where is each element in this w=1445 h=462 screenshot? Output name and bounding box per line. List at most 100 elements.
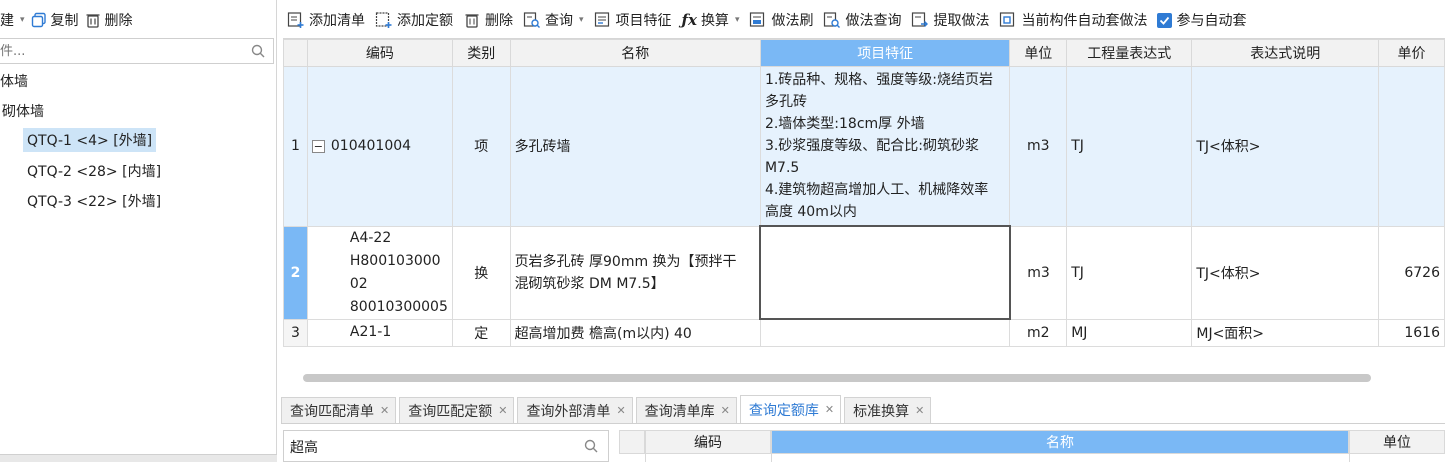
- add-quota-button[interactable]: 添加定额: [375, 10, 453, 30]
- query-button[interactable]: 查询 ▾: [523, 10, 584, 30]
- code-cell[interactable]: A21-1: [306, 318, 453, 347]
- tab-quota-library[interactable]: 查询定额库 ✕: [739, 395, 842, 423]
- close-icon[interactable]: ✕: [825, 403, 834, 416]
- header-feature[interactable]: 项目特征: [759, 39, 1011, 67]
- quota-search-input[interactable]: [290, 439, 570, 455]
- feature-cell[interactable]: 1.砖品种、规格、强度等级:烧结页岩 多孔砖 2.墙体类型:18cm厚 外墙 3…: [759, 66, 1011, 227]
- close-icon[interactable]: ✕: [380, 404, 389, 417]
- expr-cell[interactable]: TJ: [1066, 66, 1193, 227]
- copy-icon: [31, 12, 46, 28]
- query-tabs: 查询匹配清单 ✕ 查询匹配定额 ✕ 查询外部清单 ✕ 查询清单库 ✕ 查询定额库 ✕ 标准…: [281, 395, 1445, 424]
- close-icon[interactable]: ✕: [721, 404, 730, 417]
- result-header-name[interactable]: 名称: [771, 430, 1349, 454]
- delete-label: 删除: [104, 13, 133, 29]
- price-cell[interactable]: [1378, 66, 1445, 227]
- new-label: 建: [0, 13, 14, 29]
- header-expr-desc[interactable]: 表达式说明: [1191, 39, 1380, 67]
- header-type[interactable]: 类别: [451, 39, 511, 67]
- header-code[interactable]: 编码: [306, 39, 453, 67]
- quota-result-grid: 编码 名称 单位: [619, 430, 1445, 462]
- code-cell[interactable]: − 010401004: [306, 66, 453, 227]
- copy-button[interactable]: 复制: [31, 10, 79, 30]
- feature-line: M7.5: [764, 160, 800, 176]
- collapse-icon[interactable]: −: [311, 139, 325, 153]
- method-editor-panel: 添加清单 添加定额 删除 查询 ▾ 项目特征 ƒx 换算 ▾ 做法刷 做法查询 …: [281, 0, 1445, 462]
- tree-node-qtq-3[interactable]: QTQ-3 <22> [外墙]: [27, 191, 161, 211]
- delete-button[interactable]: 删除: [85, 10, 133, 30]
- tab-match-list[interactable]: 查询匹配清单 ✕: [281, 397, 397, 423]
- add-list-label: 添加清单: [309, 13, 365, 29]
- method-brush-label: 做法刷: [771, 13, 814, 29]
- expr-desc-cell[interactable]: MJ<面积>: [1191, 318, 1380, 347]
- close-icon[interactable]: ✕: [915, 404, 924, 417]
- row-number[interactable]: 1: [283, 66, 308, 227]
- feature-cell[interactable]: [759, 318, 1011, 347]
- method-brush-button[interactable]: 做法刷: [749, 10, 813, 30]
- add-list-button[interactable]: 添加清单: [287, 10, 365, 30]
- add-quota-icon: [375, 12, 392, 28]
- type-cell[interactable]: 定: [451, 318, 511, 347]
- tree-node-masonry-wall[interactable]: 砌体墙: [2, 101, 44, 121]
- checkbox-checked-icon: [1157, 12, 1173, 28]
- table-row[interactable]: 2 A4-22 H800103000 02 80010300005 换 页岩多孔…: [283, 225, 1445, 320]
- delete-row-button[interactable]: 删除: [463, 10, 513, 30]
- feature-line: 1.砖品种、规格、强度等级:烧结页岩: [764, 72, 994, 88]
- join-auto-checkbox[interactable]: 参与自动套: [1157, 10, 1246, 30]
- expr-desc-cell[interactable]: TJ<体积>: [1191, 66, 1380, 227]
- horizontal-scrollbar[interactable]: [303, 374, 1371, 382]
- search-icon[interactable]: [584, 439, 598, 453]
- tab-match-quota[interactable]: 查询匹配定额 ✕: [399, 397, 515, 423]
- code-cell[interactable]: A4-22 H800103000 02 80010300005: [306, 225, 453, 320]
- result-header-unit[interactable]: 单位: [1349, 430, 1445, 454]
- row-number[interactable]: 2: [283, 225, 308, 320]
- method-search-icon: [824, 12, 841, 28]
- header-price[interactable]: 单价: [1378, 39, 1445, 67]
- component-search-input[interactable]: [0, 43, 240, 59]
- search-icon[interactable]: [251, 44, 265, 58]
- expr-desc-cell[interactable]: TJ<体积>: [1191, 225, 1380, 320]
- column-divider: [1349, 454, 1350, 462]
- price-cell[interactable]: 6726: [1378, 225, 1445, 320]
- convert-label: 换算: [700, 13, 729, 29]
- new-button[interactable]: 建 ▾: [0, 10, 25, 30]
- name-cell[interactable]: 超高增加费 檐高(m以内) 40: [509, 318, 761, 347]
- name-cell[interactable]: 多孔砖墙: [509, 66, 761, 227]
- price-cell[interactable]: 1616: [1378, 318, 1445, 347]
- tree-node-qtq-1[interactable]: QTQ-1 <4> [外墙]: [23, 128, 157, 152]
- tree-node-wall-category[interactable]: 体墙: [0, 71, 28, 91]
- table-row[interactable]: 3 A21-1 定 超高增加费 檐高(m以内) 40 m2 MJ MJ<面积> …: [283, 318, 1445, 347]
- method-query-button[interactable]: 做法查询: [823, 10, 901, 30]
- tab-standard-convert[interactable]: 标准换算 ✕: [844, 397, 932, 423]
- row-number[interactable]: 3: [283, 318, 308, 347]
- close-icon[interactable]: ✕: [616, 404, 625, 417]
- unit-cell[interactable]: m3: [1009, 66, 1068, 227]
- name-line: 混砌筑砂浆 DM M7.5】: [514, 275, 665, 292]
- header-unit[interactable]: 单位: [1009, 39, 1068, 67]
- tab-external-list[interactable]: 查询外部清单 ✕: [517, 397, 633, 423]
- close-icon[interactable]: ✕: [498, 404, 507, 417]
- unit-cell[interactable]: m2: [1009, 318, 1068, 347]
- expr-cell[interactable]: TJ: [1066, 225, 1193, 320]
- extract-method-button[interactable]: 提取做法: [911, 10, 989, 30]
- method-grid: 编码 类别 名称 项目特征 单位 工程量表达式 表达式说明 单价 1 − 010…: [283, 38, 1445, 388]
- feature-line: 多孔砖: [764, 94, 807, 110]
- table-row[interactable]: 1 − 010401004 项 多孔砖墙 1.砖品种、规格、强度等级:烧结页岩 …: [283, 66, 1445, 227]
- tab-list-library[interactable]: 查询清单库 ✕: [635, 397, 737, 423]
- feature-line: 高度 40m以内: [764, 204, 857, 220]
- unit-cell[interactable]: m3: [1009, 225, 1068, 320]
- feature-cell-editing[interactable]: [759, 225, 1011, 320]
- result-header-code[interactable]: 编码: [645, 430, 771, 454]
- tree-node-qtq-2[interactable]: QTQ-2 <28> [内墙]: [27, 161, 161, 181]
- auto-apply-button[interactable]: 当前构件自动套做法: [999, 10, 1147, 30]
- delete-row-label: 删除: [485, 13, 513, 29]
- expr-cell[interactable]: MJ: [1066, 318, 1193, 347]
- type-cell[interactable]: 项: [451, 66, 511, 227]
- header-expr[interactable]: 工程量表达式: [1066, 39, 1193, 67]
- type-cell[interactable]: 换: [451, 225, 511, 320]
- header-name[interactable]: 名称: [509, 39, 761, 67]
- name-cell[interactable]: 页岩多孔砖 厚90mm 换为【预拌干 混砌筑砂浆 DM M7.5】: [509, 225, 761, 320]
- item-feature-button[interactable]: 项目特征: [594, 10, 672, 30]
- feature-icon: [594, 12, 609, 27]
- convert-button[interactable]: ƒx 换算 ▾: [682, 10, 740, 30]
- tab-label: 查询定额库: [748, 402, 819, 419]
